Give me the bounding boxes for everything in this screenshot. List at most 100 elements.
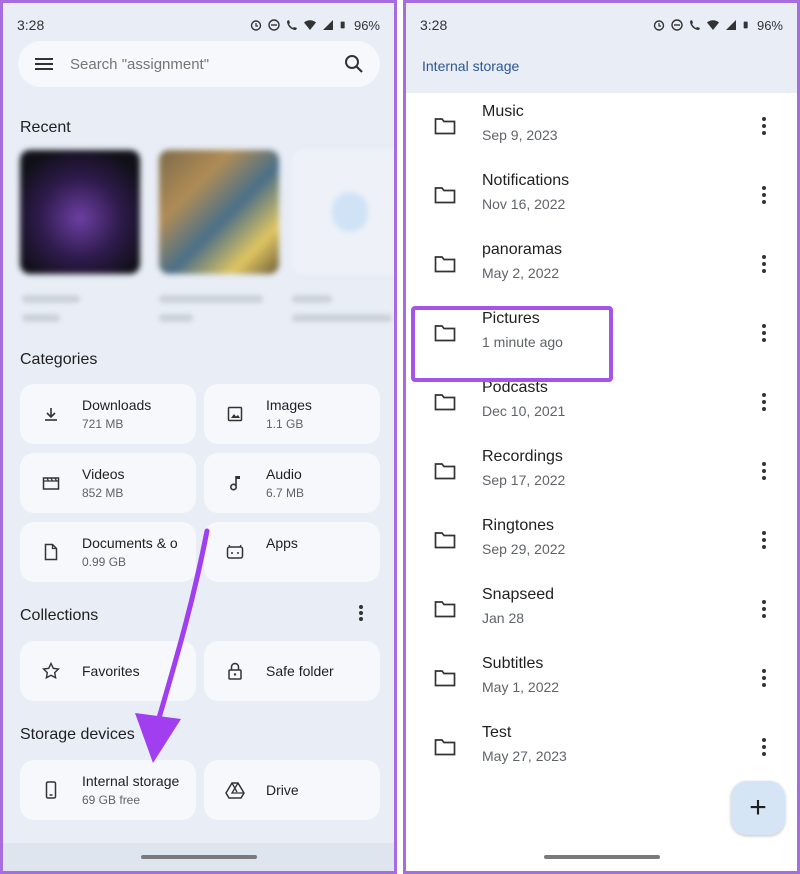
- folder-date: Jan 28: [482, 610, 525, 626]
- battery-level: 96%: [756, 17, 783, 33]
- more-options-icon[interactable]: [756, 460, 772, 482]
- collections-heading: Collections: [20, 607, 99, 624]
- wifi-icon: [303, 20, 316, 30]
- blurred-caption: [292, 314, 392, 322]
- recent-thumbnail[interactable]: [20, 150, 140, 274]
- folder-name: Music: [482, 103, 524, 120]
- alarm-icon: [653, 20, 665, 31]
- category-downloads[interactable]: Downloads 721 MB: [20, 384, 196, 444]
- category-audio[interactable]: Audio 6.7 MB: [204, 453, 380, 513]
- folder-date: May 27, 2023: [482, 748, 567, 764]
- more-options-icon[interactable]: [756, 667, 772, 689]
- card-size: 69 GB free: [82, 793, 141, 807]
- more-options-icon[interactable]: [756, 598, 772, 620]
- signal-icon: [322, 20, 333, 30]
- folder-date: Dec 10, 2021: [482, 403, 566, 419]
- search-input[interactable]: [70, 55, 344, 73]
- folder-name: Snapseed: [482, 586, 555, 603]
- folder-date: May 1, 2022: [482, 679, 560, 695]
- card-size: 721 MB: [82, 417, 124, 431]
- category-images[interactable]: Images 1.1 GB: [204, 384, 380, 444]
- gesture-nav-bar[interactable]: [140, 855, 257, 859]
- folder-date: Sep 9, 2023: [482, 127, 558, 143]
- categories-heading: Categories: [20, 351, 98, 368]
- storage-devices-heading: Storage devices: [20, 726, 135, 743]
- left-screen: 3:28 96% Recent Categories Downloads 721 …: [0, 0, 397, 874]
- add-fab-button[interactable]: +: [731, 781, 785, 835]
- menu-icon[interactable]: [34, 56, 54, 72]
- music-note-icon: [224, 472, 246, 494]
- card-label: Images: [266, 397, 312, 413]
- more-options-icon[interactable]: [756, 529, 772, 551]
- folder-row[interactable]: Test May 27, 2023: [406, 714, 797, 783]
- more-options-icon[interactable]: [756, 322, 772, 344]
- folder-icon: [434, 601, 456, 618]
- folder-name: Test: [482, 724, 512, 741]
- video-icon: [40, 472, 62, 494]
- folder-row[interactable]: Ringtones Sep 29, 2022: [406, 507, 797, 576]
- card-label: Downloads: [82, 397, 152, 413]
- card-size: 0.99 GB: [82, 555, 127, 569]
- collection-favorites[interactable]: Favorites: [20, 641, 196, 701]
- card-label: Internal storage: [82, 773, 180, 789]
- alarm-icon: [250, 20, 262, 31]
- search-icon[interactable]: [344, 54, 364, 74]
- more-options-icon[interactable]: [756, 736, 772, 758]
- more-options-icon[interactable]: [756, 115, 772, 137]
- more-options-icon[interactable]: [756, 253, 772, 275]
- right-screen: 3:28 96% Internal storage Music Sep 9, 20…: [403, 0, 800, 874]
- recent-thumbnail[interactable]: [292, 150, 394, 274]
- drive-icon: [224, 779, 246, 801]
- folder-name: Subtitles: [482, 655, 544, 672]
- collections-more-icon[interactable]: [353, 603, 369, 623]
- folder-name: Ringtones: [482, 517, 555, 534]
- category-apps[interactable]: Apps: [204, 522, 380, 582]
- folder-row[interactable]: Music Sep 9, 2023: [406, 93, 797, 162]
- folder-row[interactable]: Recordings Sep 17, 2022: [406, 438, 797, 507]
- card-label: Apps: [266, 535, 298, 551]
- card-label: Safe folder: [266, 663, 334, 679]
- recent-files-row: [20, 150, 394, 330]
- folder-name: panoramas: [482, 241, 563, 258]
- storage-internal[interactable]: Internal storage 69 GB free: [20, 760, 196, 820]
- battery-icon: [743, 21, 748, 29]
- more-options-icon[interactable]: [756, 391, 772, 413]
- battery-icon: [340, 21, 345, 29]
- star-icon: [40, 660, 62, 682]
- card-size: 1.1 GB: [266, 417, 304, 431]
- card-label: Videos: [82, 466, 125, 482]
- breadcrumb-internal-storage[interactable]: Internal storage: [422, 58, 519, 74]
- storage-drive[interactable]: Drive: [204, 760, 380, 820]
- image-icon: [224, 403, 246, 425]
- blurred-caption: [292, 295, 332, 303]
- document-icon: [40, 541, 62, 563]
- gesture-nav-bar[interactable]: [543, 855, 660, 859]
- lock-icon: [224, 660, 246, 682]
- folder-row[interactable]: panoramas May 2, 2022: [406, 231, 797, 300]
- folder-date: Sep 29, 2022: [482, 541, 566, 557]
- category-documents[interactable]: Documents & o 0.99 GB: [20, 522, 196, 582]
- folder-row[interactable]: Notifications Nov 16, 2022: [406, 162, 797, 231]
- folder-name: Recordings: [482, 448, 563, 465]
- status-icons: 96%: [250, 18, 380, 33]
- folder-row[interactable]: Snapseed Jan 28: [406, 576, 797, 645]
- card-size: 6.7 MB: [266, 486, 305, 500]
- wifi-icon: [706, 20, 719, 30]
- collection-safe-folder[interactable]: Safe folder: [204, 641, 380, 701]
- status-time: 3:28: [17, 17, 45, 33]
- battery-level: 96%: [353, 17, 380, 33]
- app-header: 3:28 96% Internal storage: [406, 3, 797, 93]
- folder-icon: [434, 394, 456, 411]
- folder-row[interactable]: Subtitles May 1, 2022: [406, 645, 797, 714]
- category-videos[interactable]: Videos 852 MB: [20, 453, 196, 513]
- recent-thumbnail[interactable]: [159, 150, 279, 274]
- more-options-icon[interactable]: [756, 184, 772, 206]
- folder-name: Notifications: [482, 172, 570, 189]
- wifi-call-icon: [689, 20, 700, 30]
- status-bar: 3:28 96%: [406, 3, 797, 47]
- blurred-caption: [159, 314, 193, 322]
- dnd-icon: [671, 19, 683, 31]
- search-bar[interactable]: [18, 41, 380, 87]
- card-size: 852 MB: [82, 486, 124, 500]
- folder-date: Sep 17, 2022: [482, 472, 566, 488]
